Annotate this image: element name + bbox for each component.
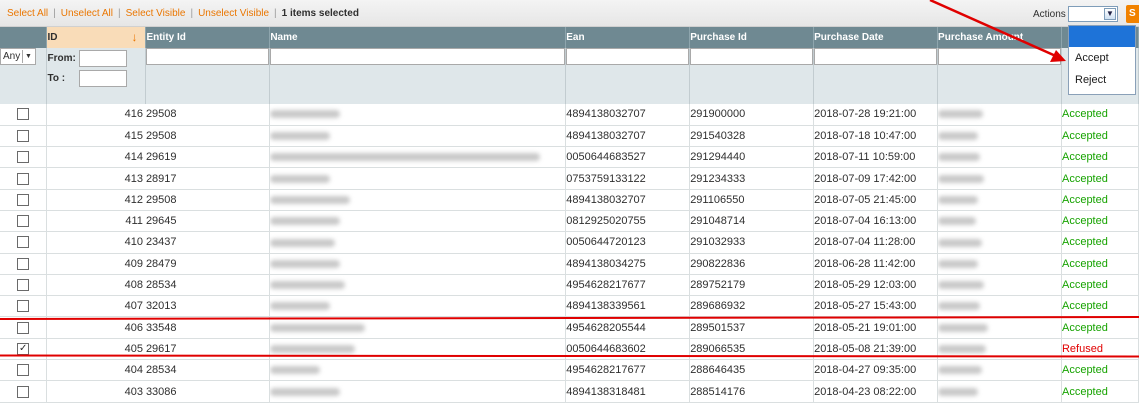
annotation-arrow-shaft	[929, 0, 1059, 59]
annotation-red-arrow	[929, 0, 1066, 62]
annotation-arrow-head	[1050, 50, 1066, 62]
